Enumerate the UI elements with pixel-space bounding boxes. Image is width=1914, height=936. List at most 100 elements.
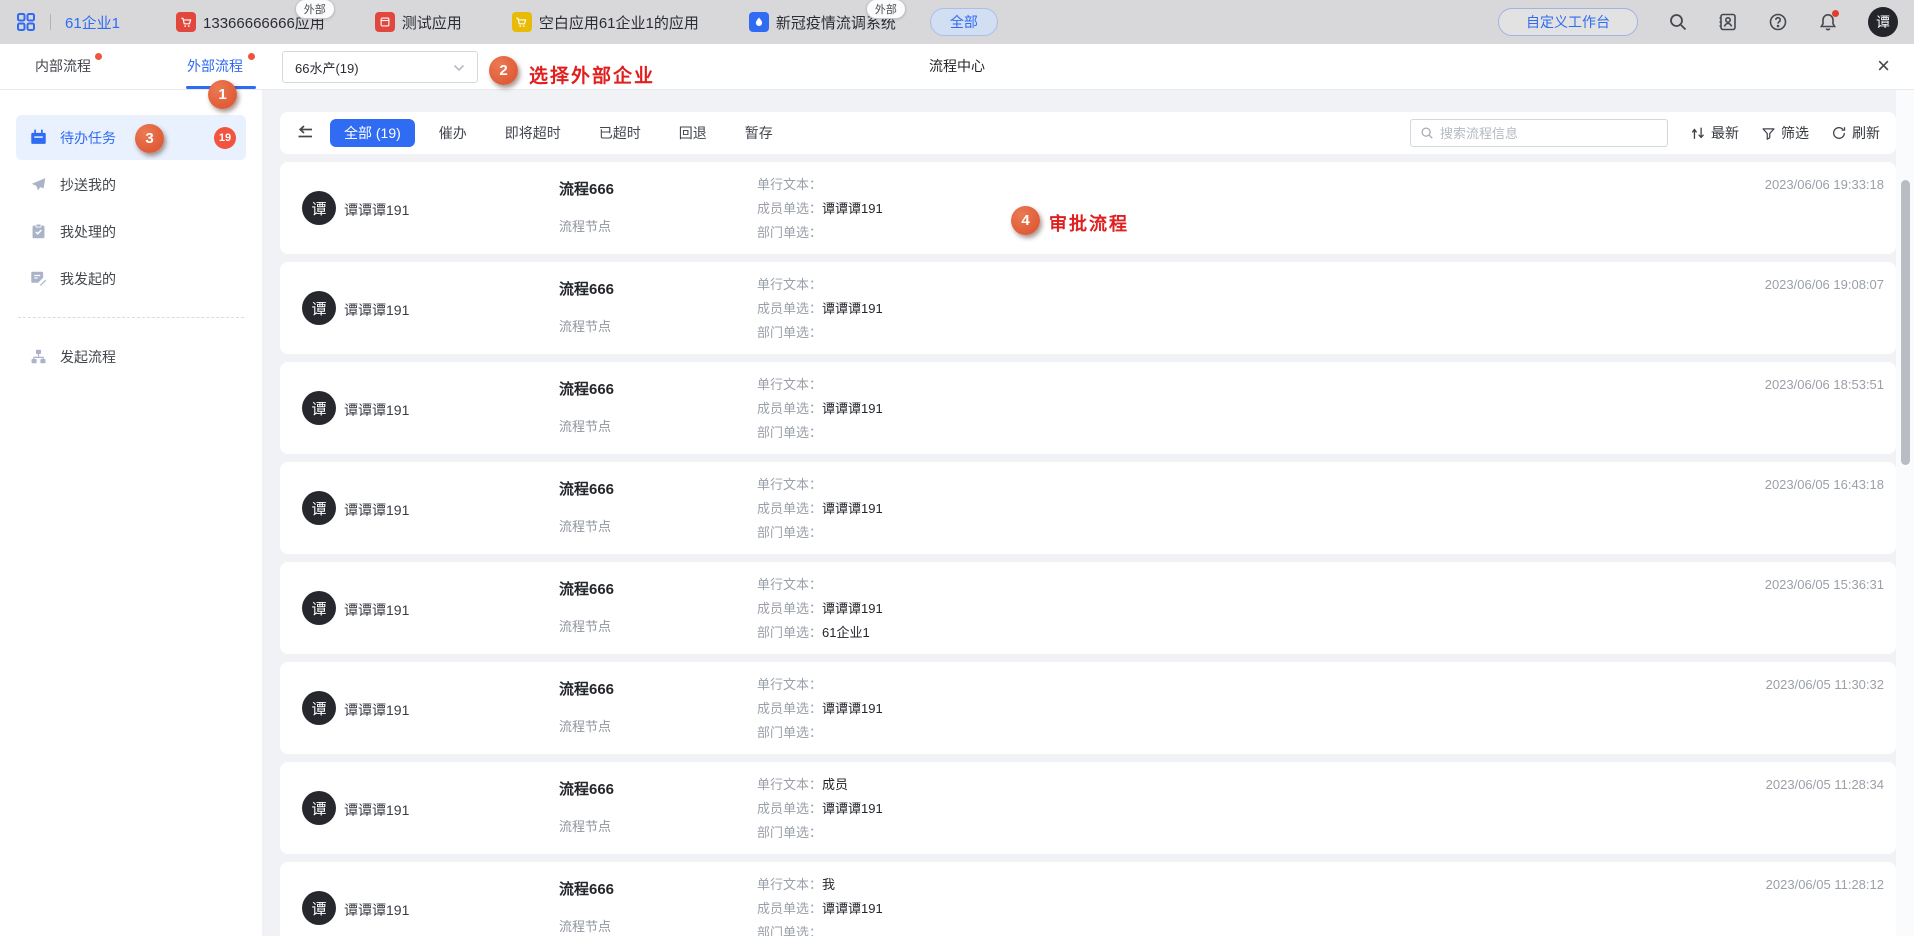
app-launcher-icon[interactable] xyxy=(16,12,36,32)
refresh-icon xyxy=(1831,125,1847,141)
collapse-list-icon[interactable] xyxy=(296,124,314,142)
sidebar-divider xyxy=(18,317,244,318)
process-card[interactable]: 谭 谭谭谭191 流程666 流程节点 单行文本：成员成员单选：谭谭谭191部门… xyxy=(280,762,1896,854)
field-label: 成员单选： xyxy=(757,901,822,916)
process-node: 流程节点 xyxy=(559,516,614,535)
sort-label: 最新 xyxy=(1711,123,1739,143)
sidebar-item[interactable]: 待办任务 19 xyxy=(16,115,246,160)
process-title: 流程666 xyxy=(559,278,614,299)
process-card[interactable]: 谭 谭谭谭191 流程666 流程节点 单行文本：成员单选：谭谭谭191部门单选… xyxy=(280,662,1896,754)
field-line: 成员单选：谭谭谭191 xyxy=(757,897,883,921)
annotation-step-1: 1 xyxy=(208,80,237,109)
search-input[interactable] xyxy=(1440,126,1658,141)
sidebar-item[interactable]: 我处理的 xyxy=(16,209,246,254)
avatar: 谭 xyxy=(302,391,336,425)
field-line: 单行文本：我 xyxy=(757,873,883,897)
process-card[interactable]: 谭 谭谭谭191 流程666 流程节点 单行文本：成员单选：谭谭谭191部门单选… xyxy=(280,162,1896,254)
filter-tab[interactable]: 回退 xyxy=(665,119,721,147)
process-card[interactable]: 谭 谭谭谭191 流程666 流程节点 单行文本：成员单选：谭谭谭191部门单选… xyxy=(280,262,1896,354)
app-tab[interactable]: 空白应用61企业1的应用 xyxy=(512,12,699,33)
cart-icon xyxy=(512,12,532,32)
search-icon[interactable] xyxy=(1668,12,1688,32)
field-label: 部门单选： xyxy=(757,825,822,840)
avatar: 谭 xyxy=(302,291,336,325)
field-value: 谭谭谭191 xyxy=(822,901,883,916)
annotation-step-4: 4 xyxy=(1011,206,1040,235)
field-label: 单行文本： xyxy=(757,877,822,892)
timestamp: 2023/06/05 11:28:12 xyxy=(1766,877,1884,892)
app-tabs: 13366666666应用 外部 测试应用 空白应用61企业1的应用 新冠疫情流… xyxy=(176,12,896,33)
field-label: 部门单选： xyxy=(757,425,822,440)
help-icon[interactable] xyxy=(1768,12,1788,32)
external-badge: 外部 xyxy=(295,0,335,19)
paper-plane-icon xyxy=(30,176,47,193)
sidebar-item[interactable]: 我发起的 xyxy=(16,256,246,301)
filter-tab[interactable]: 催办 xyxy=(425,119,481,147)
field-label: 成员单选： xyxy=(757,201,822,216)
process-card[interactable]: 谭 谭谭谭191 流程666 流程节点 单行文本：成员单选：谭谭谭191部门单选… xyxy=(280,362,1896,454)
field-label: 成员单选： xyxy=(757,801,822,816)
initiator-name: 谭谭谭191 xyxy=(344,500,409,520)
field-line: 部门单选：61企业1 xyxy=(757,621,883,645)
process-list: 谭 谭谭谭191 流程666 流程节点 单行文本：成员单选：谭谭谭191部门单选… xyxy=(280,162,1896,936)
user-avatar[interactable]: 谭 xyxy=(1868,7,1898,37)
sidebar-items: 待办任务 19 抄送我的 我处理的 我发起的 xyxy=(0,115,262,301)
avatar: 谭 xyxy=(302,491,336,525)
page-title: 流程中心 xyxy=(0,44,1914,89)
field-label: 单行文本： xyxy=(757,277,822,292)
clipboard-check-icon xyxy=(30,223,47,240)
search-icon xyxy=(1420,126,1434,140)
external-badge: 外部 xyxy=(866,0,906,19)
process-card[interactable]: 谭 谭谭谭191 流程666 流程节点 单行文本：成员单选：谭谭谭191部门单选… xyxy=(280,562,1896,654)
all-apps-pill[interactable]: 全部 xyxy=(930,8,998,36)
field-label: 单行文本： xyxy=(757,577,822,592)
process-card[interactable]: 谭 谭谭谭191 流程666 流程节点 单行文本：我成员单选：谭谭谭191部门单… xyxy=(280,862,1896,936)
custom-workbench-button[interactable]: 自定义工作台 xyxy=(1498,8,1638,36)
annotation-step-3: 3 xyxy=(135,124,164,153)
initiator-name: 谭谭谭191 xyxy=(344,200,409,220)
field-label: 成员单选： xyxy=(757,501,822,516)
contacts-icon[interactable] xyxy=(1718,12,1738,32)
sidebar-item-label: 我发起的 xyxy=(60,269,116,289)
field-line: 部门单选： xyxy=(757,221,883,245)
timestamp: 2023/06/05 16:43:18 xyxy=(1765,477,1884,492)
filter-tab[interactable]: 即将超时 xyxy=(491,119,575,147)
app-tab[interactable]: 新冠疫情流调系统 外部 xyxy=(749,12,896,33)
sidebar-item-launch-process[interactable]: 发起流程 xyxy=(16,334,246,379)
refresh-label: 刷新 xyxy=(1852,123,1880,143)
app-tab[interactable]: 测试应用 xyxy=(375,12,462,33)
annotation-label-2: 选择外部企业 xyxy=(529,61,655,88)
sidebar-item[interactable]: 抄送我的 xyxy=(16,162,246,207)
field-value: 谭谭谭191 xyxy=(822,701,883,716)
scrollbar-thumb[interactable] xyxy=(1901,180,1910,465)
field-value: 谭谭谭191 xyxy=(822,501,883,516)
doc-edit-icon xyxy=(30,270,47,287)
field-value: 谭谭谭191 xyxy=(822,401,883,416)
avatar: 谭 xyxy=(302,691,336,725)
process-card[interactable]: 谭 谭谭谭191 流程666 流程节点 单行文本：成员单选：谭谭谭191部门单选… xyxy=(280,462,1896,554)
sidebar-item-label: 抄送我的 xyxy=(60,175,116,195)
drop-icon xyxy=(749,12,769,32)
field-line: 成员单选：谭谭谭191 xyxy=(757,697,883,721)
process-center-header: 内部流程 外部流程 66水产(19) 流程中心 × xyxy=(0,44,1914,90)
filter-tab[interactable]: 全部 (19) xyxy=(330,119,415,147)
sort-latest-button[interactable]: 最新 xyxy=(1690,123,1739,143)
divider xyxy=(50,14,51,30)
timestamp: 2023/06/05 11:30:32 xyxy=(1766,677,1884,692)
notification-bell-icon[interactable] xyxy=(1818,12,1838,32)
filter-button[interactable]: 筛选 xyxy=(1761,123,1809,143)
field-label: 部门单选： xyxy=(757,525,822,540)
notification-dot xyxy=(1832,10,1839,17)
field-value: 我 xyxy=(822,877,835,892)
avatar: 谭 xyxy=(302,791,336,825)
field-label: 单行文本： xyxy=(757,377,822,392)
close-icon[interactable]: × xyxy=(1877,44,1890,89)
filter-tab[interactable]: 暂存 xyxy=(731,119,787,147)
app-tab[interactable]: 13366666666应用 外部 xyxy=(176,12,325,33)
refresh-button[interactable]: 刷新 xyxy=(1831,123,1880,143)
company-name[interactable]: 61企业1 xyxy=(65,12,120,33)
annotation-label-4: 审批流程 xyxy=(1049,210,1129,236)
filter-tab[interactable]: 已超时 xyxy=(585,119,655,147)
process-node: 流程节点 xyxy=(559,716,614,735)
field-line: 单行文本：成员 xyxy=(757,773,883,797)
